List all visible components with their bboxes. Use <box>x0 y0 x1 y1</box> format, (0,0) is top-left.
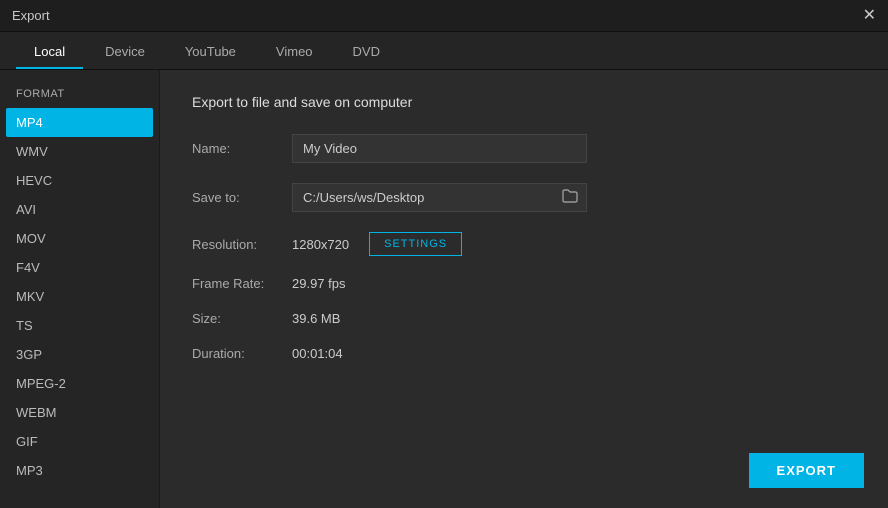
sidebar-item-mov[interactable]: MOV <box>0 224 159 253</box>
name-input[interactable] <box>292 134 587 163</box>
sidebar-item-mkv[interactable]: MKV <box>0 282 159 311</box>
settings-button[interactable]: SETTINGS <box>369 232 462 256</box>
folder-icon <box>562 189 578 203</box>
save-to-row: Save to: <box>192 183 856 212</box>
sidebar-item-avi[interactable]: AVI <box>0 195 159 224</box>
resolution-row: Resolution: 1280x720 SETTINGS <box>192 232 856 256</box>
sidebar-item-gif[interactable]: GIF <box>0 427 159 456</box>
resolution-value: 1280x720 <box>292 237 349 252</box>
duration-row: Duration: 00:01:04 <box>192 346 856 361</box>
sidebar-item-wmv[interactable]: WMV <box>0 137 159 166</box>
resolution-label: Resolution: <box>192 237 292 252</box>
duration-label: Duration: <box>192 346 292 361</box>
content-title: Export to file and save on computer <box>192 94 856 110</box>
tab-dvd[interactable]: DVD <box>335 36 398 69</box>
tab-youtube[interactable]: YouTube <box>167 36 254 69</box>
close-button[interactable]: ✕ <box>863 8 876 24</box>
sidebar-item-ts[interactable]: TS <box>0 311 159 340</box>
tabs-bar: Local Device YouTube Vimeo DVD <box>0 32 888 70</box>
framerate-value: 29.97 fps <box>292 276 346 291</box>
sidebar-item-webm[interactable]: WEBM <box>0 398 159 427</box>
tab-local[interactable]: Local <box>16 36 83 69</box>
name-row: Name: <box>192 134 856 163</box>
size-label: Size: <box>192 311 292 326</box>
save-to-label: Save to: <box>192 190 292 205</box>
main-layout: Format MP4 WMV HEVC AVI MOV F4V MKV TS 3… <box>0 70 888 508</box>
framerate-label: Frame Rate: <box>192 276 292 291</box>
size-value: 39.6 MB <box>292 311 340 326</box>
export-button[interactable]: EXPORT <box>749 453 864 488</box>
sidebar-item-mp4[interactable]: MP4 <box>6 108 153 137</box>
tab-vimeo[interactable]: Vimeo <box>258 36 331 69</box>
duration-value: 00:01:04 <box>292 346 343 361</box>
save-to-input[interactable] <box>293 184 554 211</box>
save-to-field <box>292 183 587 212</box>
sidebar-item-f4v[interactable]: F4V <box>0 253 159 282</box>
sidebar-heading: Format <box>0 82 159 108</box>
browse-folder-button[interactable] <box>554 185 586 211</box>
size-row: Size: 39.6 MB <box>192 311 856 326</box>
title-bar: Export ✕ <box>0 0 888 32</box>
sidebar-item-mpeg2[interactable]: MPEG-2 <box>0 369 159 398</box>
sidebar-item-hevc[interactable]: HEVC <box>0 166 159 195</box>
dialog-title: Export <box>12 8 50 23</box>
name-label: Name: <box>192 141 292 156</box>
sidebar-item-3gp[interactable]: 3GP <box>0 340 159 369</box>
tab-device[interactable]: Device <box>87 36 163 69</box>
framerate-row: Frame Rate: 29.97 fps <box>192 276 856 291</box>
format-sidebar: Format MP4 WMV HEVC AVI MOV F4V MKV TS 3… <box>0 70 160 508</box>
export-content: Export to file and save on computer Name… <box>160 70 888 508</box>
sidebar-item-mp3[interactable]: MP3 <box>0 456 159 485</box>
